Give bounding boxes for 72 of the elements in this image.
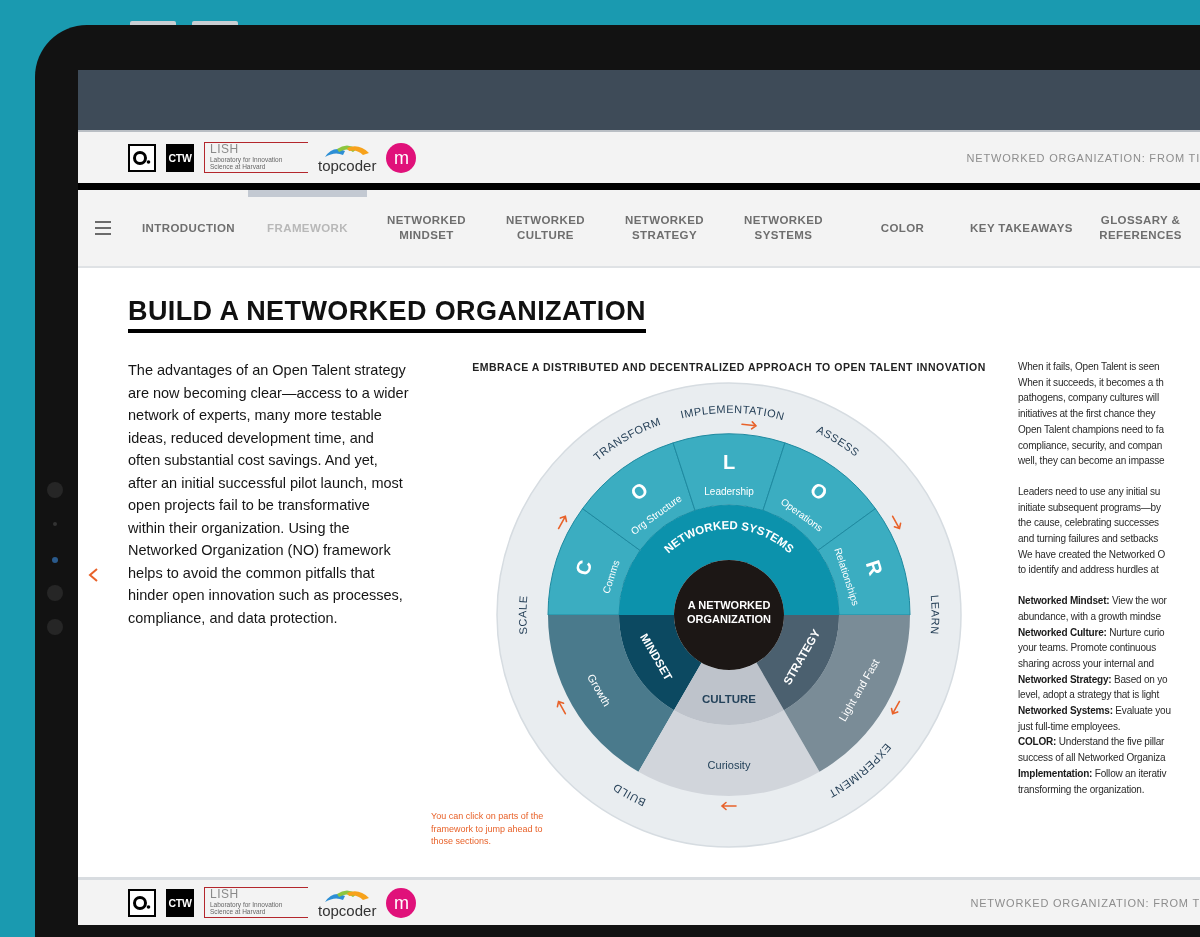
text-line: Implementation: Follow an iterativ bbox=[1018, 766, 1167, 781]
text-line: pathogens, company cultures will bbox=[1018, 391, 1159, 406]
text-line: Networked Strategy: Based on yo bbox=[1018, 672, 1168, 687]
text-line: COLOR: Understand the five pillar bbox=[1018, 735, 1165, 750]
lish-wordmark: LISH bbox=[210, 888, 240, 901]
document-title: NETWORKED ORGANIZATION: FROM T bbox=[970, 896, 1200, 909]
text-line: transforming the organization. bbox=[1018, 782, 1145, 797]
pillar-letter: O bbox=[806, 477, 832, 505]
m-logo[interactable]: m bbox=[386, 142, 417, 173]
ring-logo-icon[interactable] bbox=[128, 143, 156, 172]
pillar-letter: C bbox=[570, 557, 597, 578]
pillar-letter: R bbox=[861, 557, 888, 578]
cycle-arrow bbox=[891, 515, 902, 530]
text-line: initiatives at the first chance they bbox=[1018, 407, 1156, 422]
text-line: Leaders need to use any initial su bbox=[1018, 484, 1161, 499]
nav-tab[interactable]: NETWORKED STRATEGY bbox=[605, 190, 724, 266]
text-line: abundance, with a growth mindse bbox=[1018, 609, 1161, 624]
text-line: your teams. Promote continuous bbox=[1018, 641, 1156, 656]
outer-segment[interactable] bbox=[548, 615, 674, 772]
text-line: success of all Networked Organiza bbox=[1018, 751, 1166, 766]
ctw-logo[interactable]: CTW bbox=[166, 888, 194, 917]
cycle-arrow bbox=[556, 700, 567, 715]
m-logo[interactable]: m bbox=[386, 887, 417, 918]
document-title: NETWORKED ORGANIZATION: FROM TI bbox=[966, 151, 1200, 164]
center-label: A NETWORKED ORGANIZATION bbox=[686, 599, 772, 625]
lish-wordmark: LISH bbox=[210, 143, 240, 156]
cycle-arrow bbox=[741, 421, 758, 430]
ring-logo-icon[interactable] bbox=[128, 888, 156, 917]
inner-segment[interactable] bbox=[674, 662, 784, 725]
section-trait: Curiosity bbox=[707, 759, 751, 771]
cycle-arrow bbox=[557, 515, 568, 530]
text-line: We have created the Networked O bbox=[1018, 547, 1166, 562]
text-line: sharing across your internal and bbox=[1018, 656, 1154, 671]
text-line: Open Talent champions need to fa bbox=[1018, 422, 1164, 437]
pillar-letter: O bbox=[626, 477, 652, 505]
nav-tab[interactable]: GLOSSARY & REFERENCES bbox=[1081, 190, 1200, 266]
text-line: Networked Systems: Evaluate you bbox=[1018, 704, 1171, 719]
cycle-arrow bbox=[720, 801, 737, 811]
text-line: to identify and address hurdles at bbox=[1018, 563, 1159, 578]
menu-icon[interactable] bbox=[95, 221, 111, 235]
pillar-label: Leadership bbox=[704, 485, 754, 497]
text-line: When it fails, Open Talent is seen bbox=[1018, 360, 1160, 374]
text-line: Networked Culture: Nurture curio bbox=[1018, 625, 1165, 640]
page-heading: BUILD A NETWORKED ORGANIZATION bbox=[128, 294, 646, 333]
text-line: just full-time employees. bbox=[1018, 719, 1121, 734]
text-line: compliance, security, and compan bbox=[1018, 438, 1163, 453]
ctw-logo[interactable]: CTW bbox=[166, 143, 194, 172]
nav-tab[interactable]: NETWORKED SYSTEMS bbox=[724, 190, 843, 266]
sensor-dot bbox=[53, 522, 57, 526]
pillar-letter: L bbox=[722, 451, 736, 473]
nav-tab[interactable]: NETWORKED CULTURE bbox=[486, 190, 605, 266]
text-line: initiate subsequent programs—by bbox=[1018, 500, 1161, 515]
section-label: CULTURE bbox=[701, 693, 757, 705]
nav-tab[interactable]: KEY TAKEAWAYS bbox=[962, 190, 1081, 266]
nav-tab[interactable]: INTRODUCTION bbox=[129, 190, 248, 266]
text-line: Networked Mindset: View the wor bbox=[1018, 594, 1167, 609]
topcoder-wordmark: topcoder bbox=[318, 157, 377, 173]
hint-text: You can click on parts of the framework to jump ahead to those sections. bbox=[431, 810, 545, 848]
pillar-label: Comms bbox=[600, 558, 622, 595]
text-line: level, adopt a strategy that is light bbox=[1018, 688, 1160, 703]
text-line: well, they can become an impasse bbox=[1018, 454, 1165, 469]
text-line: and turning failures and setbacks bbox=[1018, 532, 1159, 547]
text-line: the cause, celebrating successes bbox=[1018, 516, 1159, 531]
text-line: When it succeeds, it becomes a th bbox=[1018, 375, 1164, 390]
cycle-arrow bbox=[890, 700, 901, 715]
stage-label: IMPLEMENTATION bbox=[679, 402, 786, 423]
sensor-dot bbox=[52, 557, 58, 563]
nav-tab[interactable]: NETWORKED MINDSET bbox=[367, 190, 486, 266]
intro-paragraph: The advantages of an Open Talent strategy are now becoming clear—access to a wider network of experts, many more testable ideas, reduced development time, and often substantial cost savings. And yet, after an initial successful pilot launch, most open projects fail to be transformative within their organization. Using the Networked Organization (NO) framework helps to avoid the common pitfalls that hinder open innovation such as processes, compliance, and data protection. bbox=[128, 361, 410, 628]
center-circle[interactable] bbox=[674, 560, 784, 670]
nav-tab[interactable]: COLOR bbox=[843, 190, 962, 266]
topcoder-wordmark: topcoder bbox=[318, 902, 377, 918]
